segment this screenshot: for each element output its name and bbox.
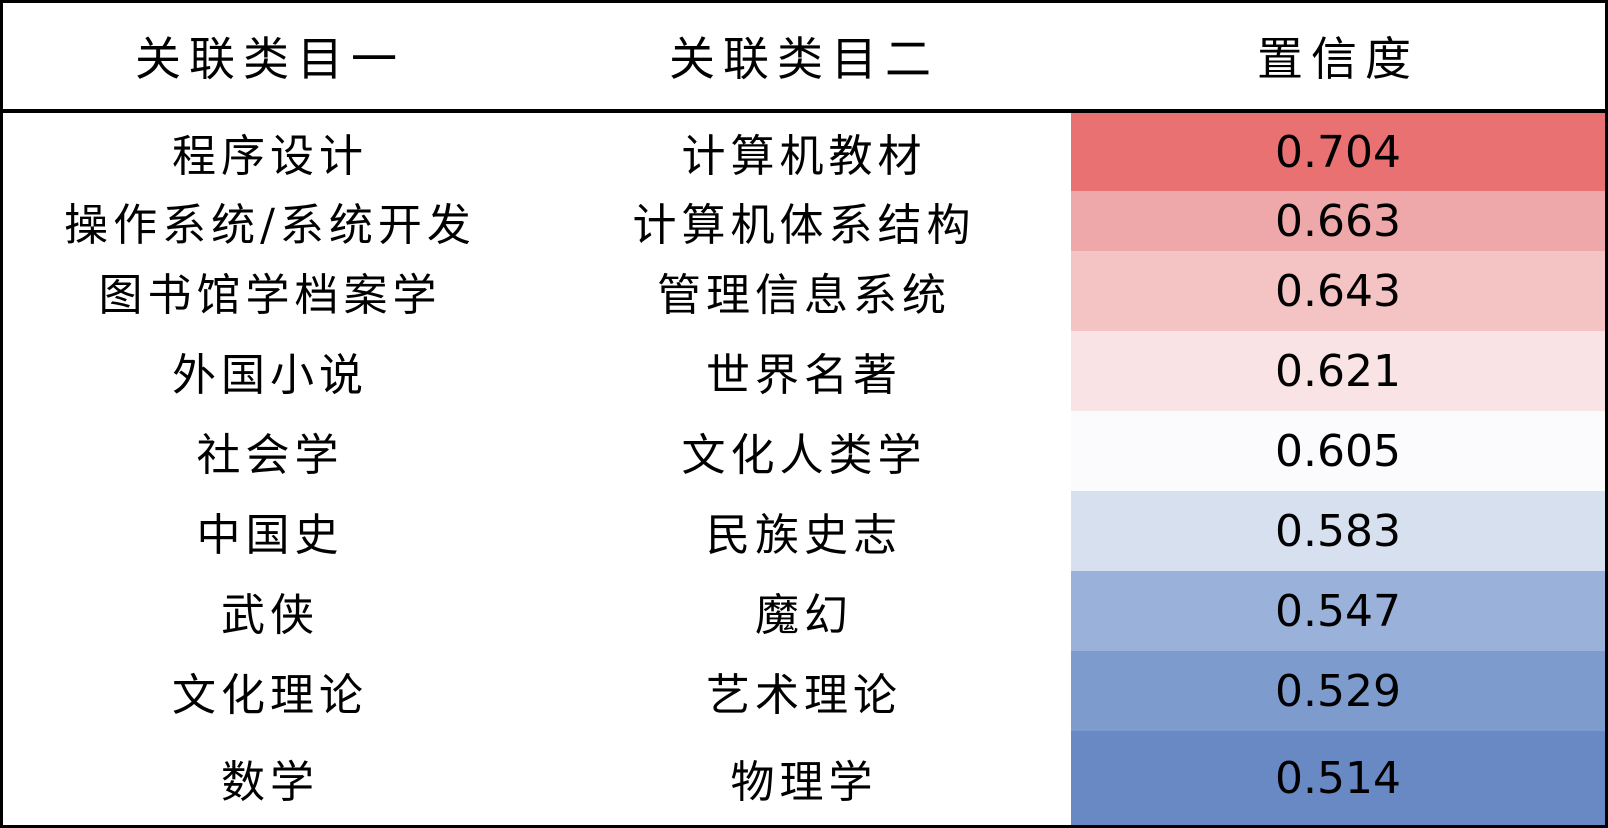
category-one-cell: 中国史 (196, 510, 344, 561)
table-row: 图书馆学档案学 管理信息系统 0.643 (3, 251, 1605, 331)
category-two-cell: 艺术理论 (706, 670, 902, 721)
category-one-cell: 操作系统/系统开发 (64, 200, 476, 251)
category-one-cell: 外国小说 (172, 350, 368, 401)
category-one-cell: 社会学 (196, 430, 344, 481)
category-one-cell: 图书馆学档案学 (98, 270, 442, 321)
table-row: 中国史 民族史志 0.583 (3, 491, 1605, 571)
table-row: 武侠 魔幻 0.547 (3, 571, 1605, 651)
category-one-cell: 武侠 (221, 590, 319, 641)
category-one-cell: 程序设计 (172, 131, 368, 182)
confidence-cell: 0.663 (1071, 191, 1605, 251)
category-two-cell: 世界名著 (706, 350, 902, 401)
category-two-cell: 民族史志 (706, 510, 902, 561)
confidence-cell: 0.529 (1071, 651, 1605, 731)
confidence-cell: 0.547 (1071, 571, 1605, 651)
header-confidence: 置信度 (1257, 32, 1419, 86)
table-row: 文化理论 艺术理论 0.529 (3, 651, 1605, 731)
category-one-cell: 数学 (221, 757, 319, 808)
table-body: 程序设计 计算机教材 0.704 操作系统/系统开发 计算机体系结构 0.663… (3, 113, 1605, 825)
category-two-cell: 管理信息系统 (657, 270, 951, 321)
table-row: 数学 物理学 0.514 (3, 731, 1605, 825)
category-two-cell: 魔幻 (755, 590, 853, 641)
category-two-cell: 计算机教材 (681, 131, 927, 182)
confidence-cell: 0.704 (1071, 113, 1605, 191)
table-row: 程序设计 计算机教材 0.704 (3, 113, 1605, 191)
confidence-table: 关联类目一 关联类目二 置信度 程序设计 计算机教材 0.704 操作系统/系统… (0, 0, 1608, 828)
category-two-cell: 计算机体系结构 (632, 200, 976, 251)
category-two-cell: 物理学 (730, 757, 878, 808)
category-two-cell: 文化人类学 (681, 430, 927, 481)
confidence-cell: 0.621 (1071, 331, 1605, 411)
confidence-cell: 0.514 (1071, 731, 1605, 825)
confidence-cell: 0.605 (1071, 411, 1605, 491)
table-row: 操作系统/系统开发 计算机体系结构 0.663 (3, 191, 1605, 251)
header-category-two: 关联类目二 (669, 32, 939, 86)
category-one-cell: 文化理论 (172, 670, 368, 721)
confidence-cell: 0.583 (1071, 491, 1605, 571)
table-header: 关联类目一 关联类目二 置信度 (3, 3, 1605, 113)
table-row: 社会学 文化人类学 0.605 (3, 411, 1605, 491)
confidence-cell: 0.643 (1071, 251, 1605, 331)
table-row: 外国小说 世界名著 0.621 (3, 331, 1605, 411)
header-category-one: 关联类目一 (135, 32, 405, 86)
